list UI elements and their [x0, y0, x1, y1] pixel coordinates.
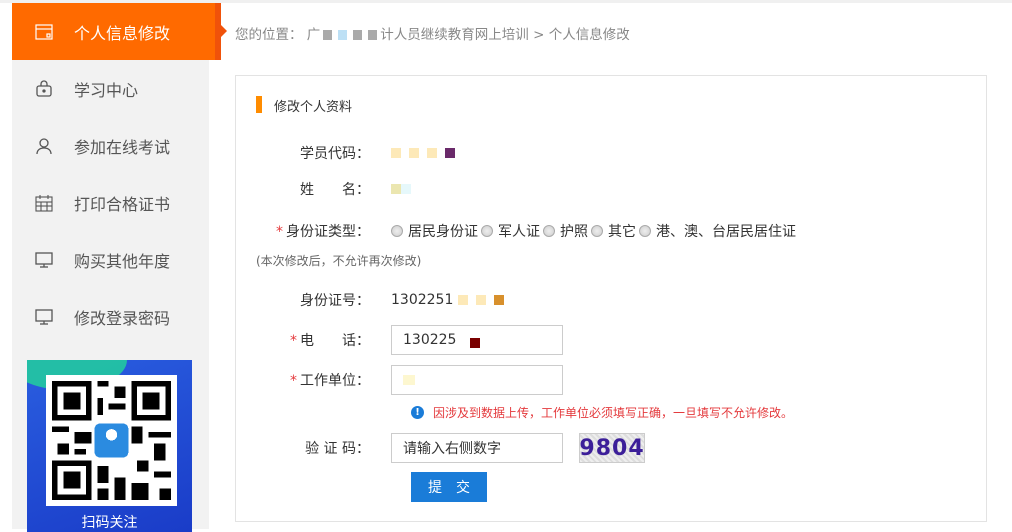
sidebar: 个人信息修改 学习中心 参加在线考试 打印合格证书 购买其他年度 修改登录密码 …: [12, 3, 227, 532]
work-unit-row: * 工作单位：: [236, 365, 563, 395]
sidebar-item-label: 修改登录密码: [74, 308, 171, 328]
id-type-row: * 身份证类型： 居民身份证 军人证 护照 其它 港、澳、台居民居住证: [236, 221, 799, 241]
name-value: [391, 181, 419, 197]
sidebar-item-online-exam[interactable]: 参加在线考试: [12, 117, 209, 174]
radio-hk-macao-taiwan[interactable]: 港、澳、台居民居住证: [639, 221, 796, 241]
required-mark: *: [290, 373, 297, 389]
work-unit-label: 工作单位：: [300, 373, 370, 389]
warning-text: 因涉及到数据上传，工作单位必须填写正确，一旦填写不允许修改。: [433, 406, 794, 420]
captcha-image[interactable]: 9804: [579, 433, 645, 463]
breadcrumb: 您的位置： 广 计人员继续教育网上培训 > 个人信息修改: [235, 23, 630, 43]
sidebar-item-label: 购买其他年度: [74, 251, 171, 271]
monitor-icon: [34, 250, 54, 270]
captcha-input[interactable]: 请输入右侧数字: [391, 433, 563, 463]
radio-label: 居民身份证: [408, 224, 478, 240]
radio-other[interactable]: 其它: [591, 221, 636, 241]
id-type-note: (本次修改后，不允许再次修改): [256, 254, 422, 268]
sidebar-item-print-certificate[interactable]: 打印合格证书: [12, 174, 209, 231]
breadcrumb-site[interactable]: 广: [307, 27, 321, 43]
captcha-row: 验 证 码： 请输入右侧数字 9804: [236, 433, 645, 463]
id-type-label: 身份证类型：: [286, 224, 370, 240]
calendar-grid-icon: [34, 193, 54, 213]
id-number-value: 1302251: [391, 292, 512, 308]
qr-caption: 扫码关注: [81, 515, 138, 531]
id-number-row: 身份证号： 1302251: [236, 290, 512, 310]
breadcrumb-prefix: 您的位置：: [235, 27, 303, 43]
info-icon: !: [411, 406, 424, 419]
phone-value: 130225: [403, 332, 457, 348]
sidebar-item-label: 打印合格证书: [74, 194, 171, 214]
section-title: 修改个人资料: [256, 96, 352, 115]
user-icon: [34, 136, 54, 156]
id-number-text: 1302251: [391, 292, 454, 308]
work-unit-input[interactable]: [391, 365, 563, 395]
monitor-icon: [34, 307, 54, 327]
qr-code-image: [46, 375, 177, 506]
phone-label: 电 话：: [300, 333, 370, 349]
breadcrumb-site-name[interactable]: 计人员继续教育网上培训: [380, 27, 529, 43]
sidebar-item-profile-edit[interactable]: 个人信息修改: [12, 3, 227, 60]
sidebar-item-change-password[interactable]: 修改登录密码: [12, 288, 209, 345]
name-label: 姓 名：: [300, 182, 370, 198]
radio-label: 军人证: [498, 224, 540, 240]
phone-row: * 电 话： 130225: [236, 325, 563, 355]
phone-input[interactable]: 130225: [391, 325, 563, 355]
radio-label: 其它: [608, 224, 636, 240]
student-code-row: 学员代码：: [236, 143, 463, 163]
radio-label: 港、澳、台居民居住证: [656, 224, 796, 240]
radio-passport[interactable]: 护照: [543, 221, 588, 241]
captcha-placeholder: 请输入右侧数字: [403, 441, 501, 457]
sidebar-item-buy-other-year[interactable]: 购买其他年度: [12, 231, 209, 288]
sidebar-item-label: 学习中心: [74, 80, 139, 100]
phone-label-wrap: * 电 话：: [236, 330, 391, 350]
breadcrumb-separator: >: [533, 27, 545, 43]
lock-icon: [34, 79, 54, 99]
required-mark: *: [276, 224, 283, 240]
student-code-value: [391, 145, 463, 161]
radio-resident-id[interactable]: 居民身份证: [391, 221, 478, 241]
breadcrumb-current: 个人信息修改: [548, 27, 630, 43]
name-row: 姓 名：: [236, 179, 419, 199]
id-type-label-wrap: * 身份证类型：: [236, 221, 391, 241]
qr-code-panel: 扫码关注: [27, 360, 192, 532]
work-unit-label-wrap: * 工作单位：: [236, 370, 391, 390]
radio-military-id[interactable]: 军人证: [481, 221, 540, 241]
captcha-label: 验 证 码：: [305, 441, 370, 457]
id-number-label: 身份证号：: [300, 293, 370, 309]
submit-button[interactable]: 提交: [411, 472, 487, 502]
sidebar-item-label: 个人信息修改: [74, 23, 171, 43]
required-mark: *: [290, 333, 297, 349]
student-code-label: 学员代码：: [300, 146, 370, 162]
radio-label: 护照: [560, 224, 588, 240]
profile-form-panel: 修改个人资料 学员代码： 姓 名： * 身份证类型： 居民身份证 军人证 护照 其…: [235, 75, 987, 522]
calendar-icon: [34, 22, 54, 42]
sidebar-item-label: 参加在线考试: [74, 137, 171, 157]
sidebar-item-learning-center[interactable]: 学习中心: [12, 60, 209, 117]
work-unit-warning: ! 因涉及到数据上传，工作单位必须填写正确，一旦填写不允许修改。: [411, 404, 793, 421]
